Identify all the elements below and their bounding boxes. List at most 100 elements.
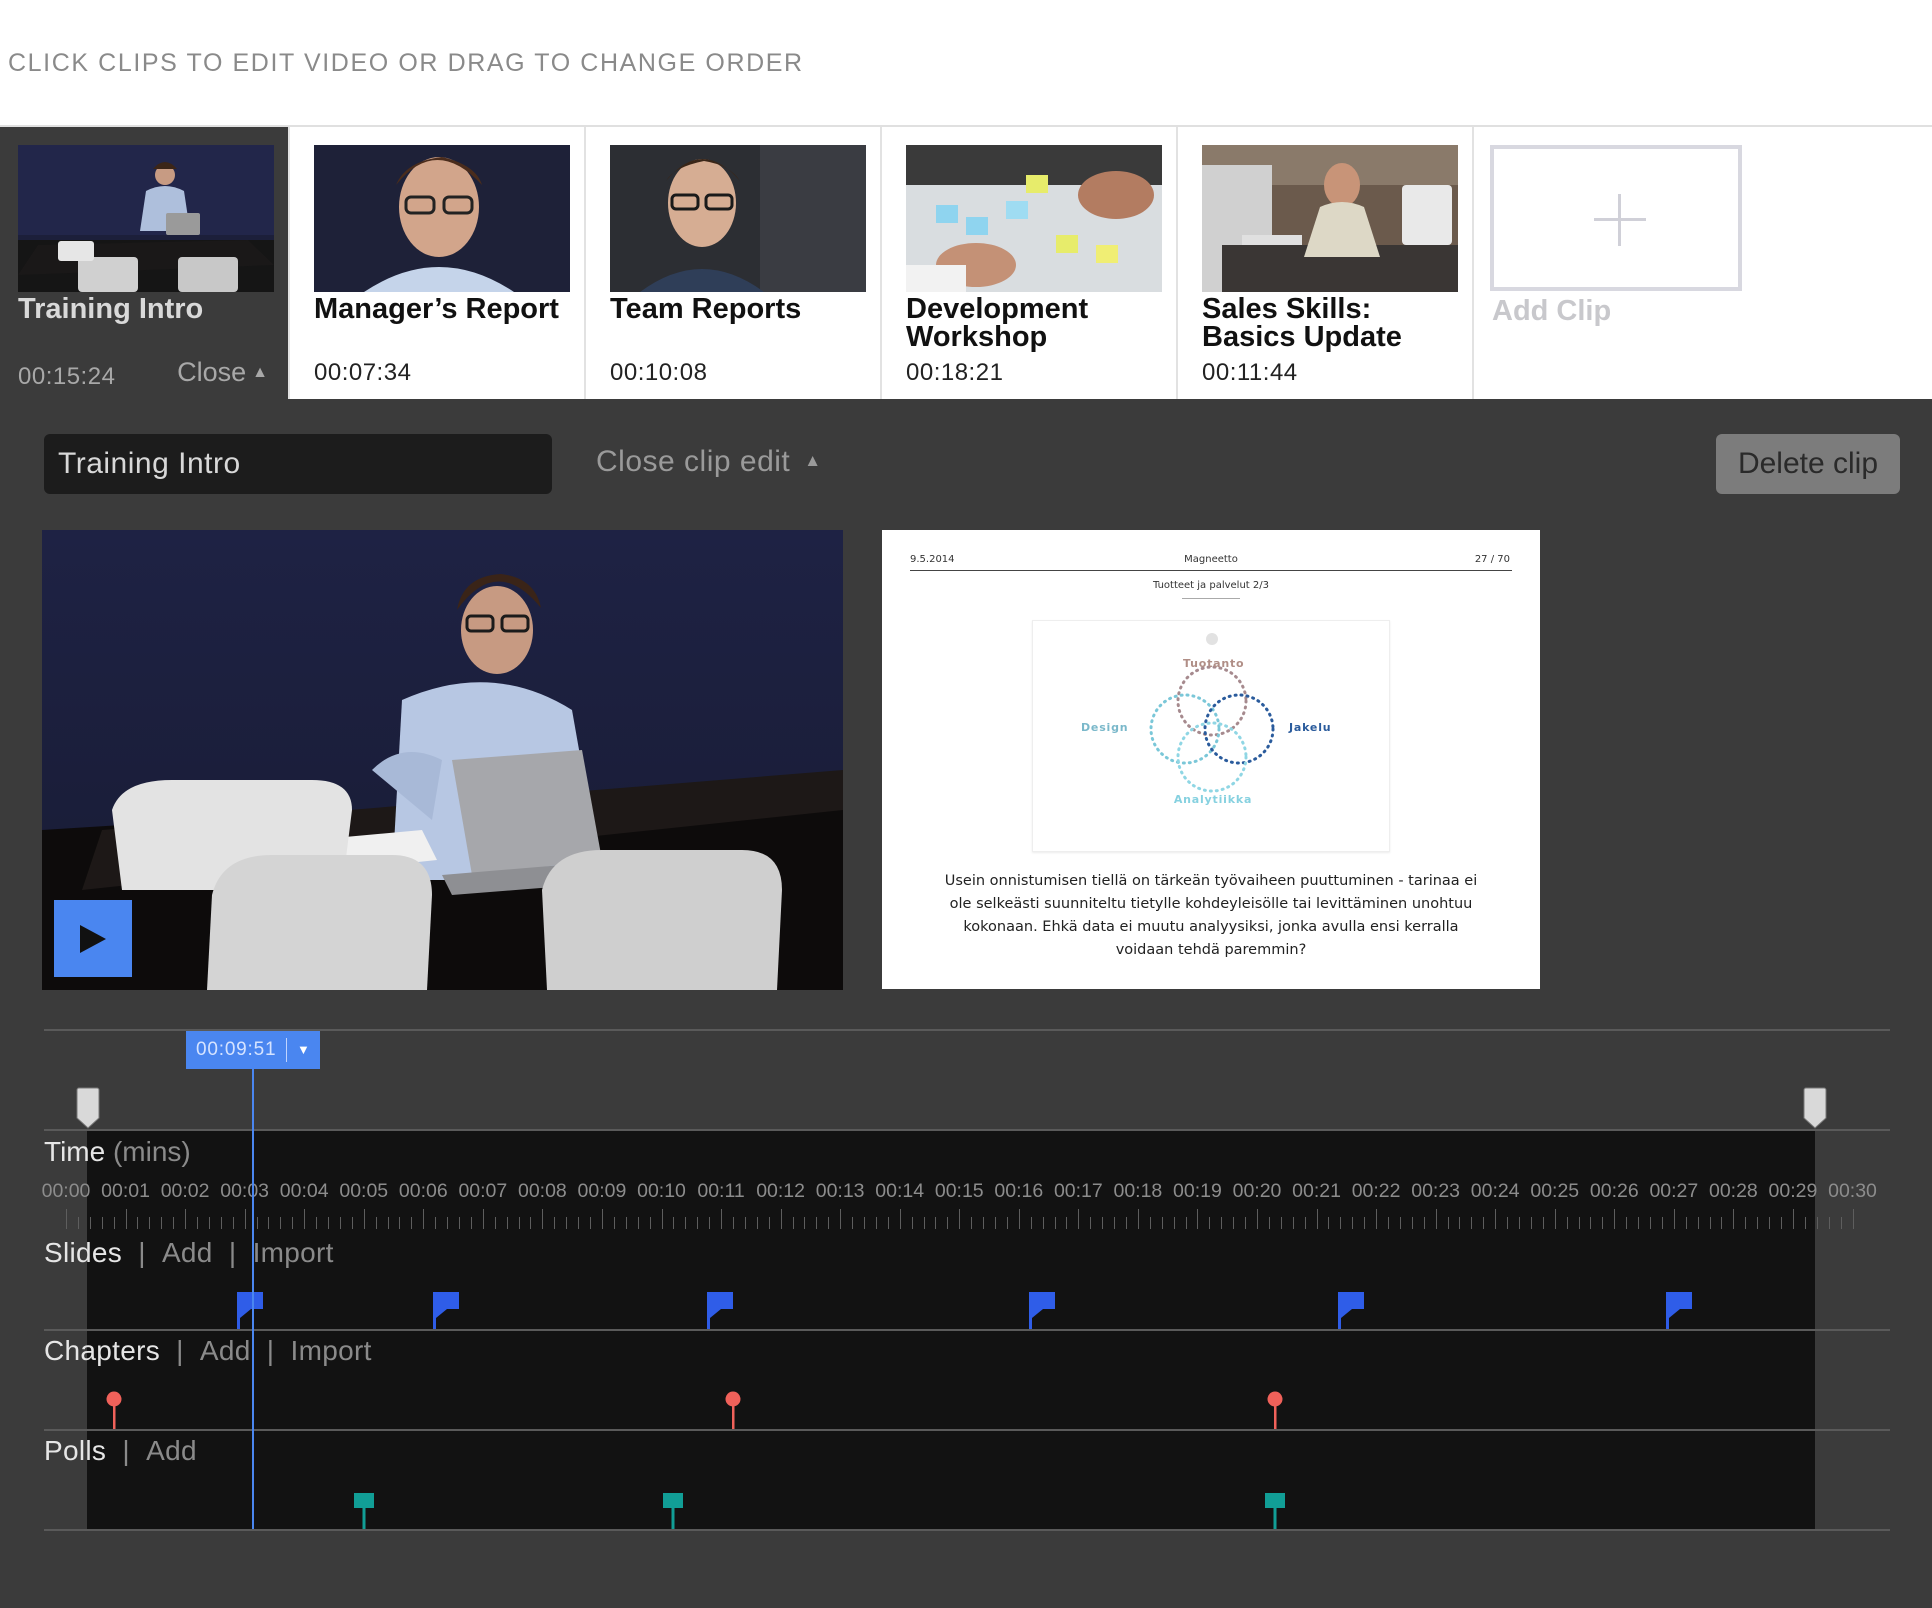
ruler-tick <box>1852 1209 1854 1229</box>
chapters-import-link[interactable]: Import <box>291 1335 372 1366</box>
time-tick-label: 00:25 <box>1530 1180 1580 1202</box>
clip-card-sales-skills[interactable]: Sales Skills: Basics Update 00:11:44 <box>1178 127 1474 399</box>
ruler-tick <box>840 1209 842 1229</box>
ruler-tick <box>1185 1217 1187 1229</box>
ruler-tick <box>1268 1217 1270 1229</box>
add-clip-button[interactable]: Add Clip <box>1474 127 1774 399</box>
ruler-tick <box>304 1209 306 1229</box>
ruler-tick <box>518 1217 520 1229</box>
ruler-tick <box>1495 1209 1497 1229</box>
ruler-tick <box>1483 1217 1485 1229</box>
ruler-tick <box>1721 1217 1723 1229</box>
ruler-tick <box>804 1217 806 1229</box>
polls-add-link[interactable]: Add <box>146 1435 197 1466</box>
ruler-tick <box>1435 1209 1437 1229</box>
slide-body-text: Usein onnistumisen tiellä on tärkeän työ… <box>944 873 1478 958</box>
time-tick-label: 00:17 <box>1053 1180 1103 1202</box>
chapter-pin-marker[interactable] <box>106 1391 122 1434</box>
slide-subtitle: Tuotteet ja palvelut 2/3 <box>1152 580 1269 591</box>
ruler-tick <box>1840 1217 1842 1229</box>
ruler-tick <box>1828 1217 1830 1229</box>
time-tick-label: 00:13 <box>815 1180 865 1202</box>
close-clip-edit-label: Close clip edit <box>596 445 791 478</box>
ruler-tick <box>566 1217 568 1229</box>
time-tick-label: 00:02 <box>160 1180 210 1202</box>
slides-import-link[interactable]: Import <box>253 1237 334 1268</box>
ruler-tick <box>1292 1217 1294 1229</box>
venn-label-bottom: Analytiikka <box>1173 793 1253 806</box>
ruler-tick <box>578 1217 580 1229</box>
video-preview[interactable] <box>42 530 843 990</box>
clip-duration: 00:11:44 <box>1202 359 1298 386</box>
clip-strip: Training Intro 00:15:24 Close ▲ Manager’s… <box>0 125 1932 399</box>
ruler-tick <box>1399 1217 1401 1229</box>
time-tick-label: 00:21 <box>1292 1180 1341 1202</box>
ruler-tick <box>113 1217 115 1229</box>
ruler-tick <box>613 1217 615 1229</box>
ruler-tick <box>1304 1217 1306 1229</box>
time-tick-label: 00:00 <box>41 1180 91 1202</box>
ruler-tick <box>554 1217 556 1229</box>
time-row-divider <box>44 1129 1890 1131</box>
ruler-tick <box>1328 1217 1330 1229</box>
time-tick-label: 00:08 <box>517 1180 567 1202</box>
clip-thumbnail <box>1202 145 1458 292</box>
clip-duration: 00:15:24 <box>18 363 116 390</box>
trim-start-handle[interactable] <box>76 1087 100 1129</box>
clip-editor-panel: Close clip edit ▲ Delete clip <box>0 399 1932 1608</box>
ruler-tick <box>1769 1217 1771 1229</box>
trim-end-handle[interactable] <box>1803 1087 1827 1129</box>
ruler-tick <box>173 1217 175 1229</box>
clip-card-development-workshop[interactable]: Development Workshop 00:18:21 <box>882 127 1178 399</box>
time-ruler[interactable] <box>44 1207 1890 1229</box>
ruler-tick <box>1530 1217 1532 1229</box>
ruler-tick <box>1685 1217 1687 1229</box>
play-button[interactable] <box>54 900 132 977</box>
ruler-tick <box>1471 1217 1473 1229</box>
clip-close-button[interactable]: Close ▲ <box>177 357 268 388</box>
ruler-tick <box>1352 1217 1354 1229</box>
slides-row-divider <box>44 1329 1890 1331</box>
ruler-tick <box>601 1209 603 1229</box>
ruler-tick <box>1781 1217 1783 1229</box>
ruler-tick <box>1733 1209 1735 1229</box>
ruler-tick <box>768 1217 770 1229</box>
chapter-pin-marker[interactable] <box>1267 1391 1283 1434</box>
chapters-add-link[interactable]: Add <box>200 1335 251 1366</box>
venn-label-top: Tuotanto <box>1183 657 1245 670</box>
clip-duration: 00:18:21 <box>906 359 1004 386</box>
clip-title-input[interactable] <box>44 434 552 494</box>
ruler-tick <box>661 1209 663 1229</box>
venn-diagram-frame: Tuotanto Design Jakelu Analytiikka <box>1032 620 1390 852</box>
playhead-time-dropdown[interactable]: 00:09:51 ▼ <box>186 1031 320 1069</box>
ruler-tick <box>1447 1217 1449 1229</box>
playhead-line[interactable] <box>252 1069 254 1529</box>
ruler-tick <box>161 1217 163 1229</box>
clip-card-training-intro[interactable]: Training Intro 00:15:24 Close ▲ <box>0 127 290 399</box>
slide-preview[interactable]: 9.5.2014 Magneetto 27 / 70 Tuotteet ja p… <box>882 530 1540 989</box>
page-instruction: CLICK CLIPS TO EDIT VIDEO OR DRAG TO CHA… <box>8 49 804 77</box>
ruler-tick <box>756 1217 758 1229</box>
ruler-tick <box>1745 1217 1747 1229</box>
clip-card-managers-report[interactable]: Manager’s Report 00:07:34 <box>290 127 586 399</box>
clip-thumbnail <box>314 145 570 292</box>
clip-card-team-reports[interactable]: Team Reports 00:10:08 <box>586 127 882 399</box>
ruler-tick <box>816 1217 818 1229</box>
ruler-tick <box>1459 1217 1461 1229</box>
time-tick-label: 00:23 <box>1411 1180 1461 1202</box>
ruler-tick <box>1364 1217 1366 1229</box>
ruler-tick <box>1626 1217 1628 1229</box>
timeline-top-divider <box>44 1029 1890 1031</box>
venn-label-left: Design <box>1081 721 1129 734</box>
ruler-tick <box>1066 1217 1068 1229</box>
ruler-tick <box>506 1217 508 1229</box>
close-clip-edit-button[interactable]: Close clip edit ▲ <box>596 445 822 479</box>
polls-label: Polls <box>44 1435 107 1466</box>
time-tick-label: 00:01 <box>101 1180 150 1202</box>
ruler-tick <box>220 1217 222 1229</box>
time-tick-label: 00:24 <box>1470 1180 1520 1202</box>
delete-clip-button[interactable]: Delete clip <box>1716 434 1900 494</box>
chapter-pin-marker[interactable] <box>725 1391 741 1434</box>
slides-add-link[interactable]: Add <box>162 1237 213 1268</box>
ruler-tick <box>328 1217 330 1229</box>
